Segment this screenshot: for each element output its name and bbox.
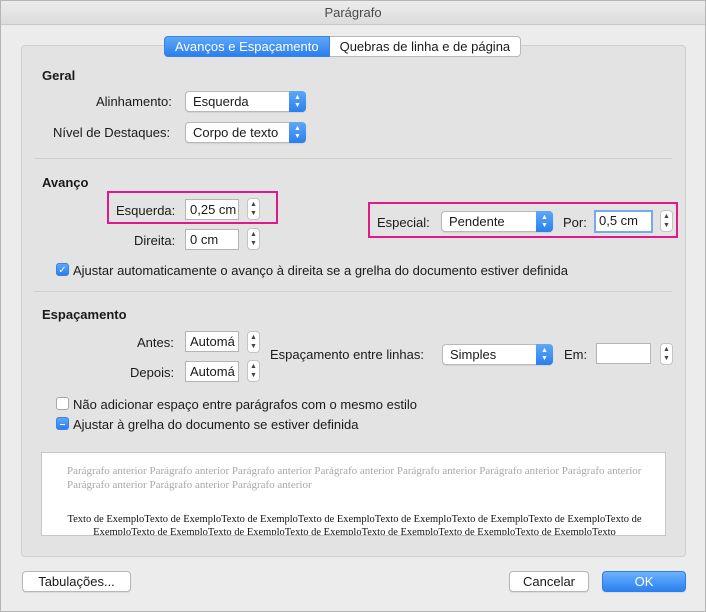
dont-add-space-label: Não adicionar espaço entre parágrafos co… bbox=[73, 397, 417, 412]
left-indent-field[interactable]: 0,25 cm bbox=[185, 199, 239, 220]
right-indent-label: Direita: bbox=[134, 233, 176, 248]
section-title-avanco: Avanço bbox=[42, 175, 89, 190]
at-field[interactable] bbox=[596, 343, 651, 364]
line-spacing-select[interactable]: Simples ▲ ▼ bbox=[442, 344, 553, 365]
right-indent-field[interactable]: 0 cm bbox=[185, 229, 239, 250]
line-spacing-label: Espaçamento entre linhas: bbox=[270, 347, 424, 362]
by-stepper[interactable]: ▲ ▼ bbox=[660, 210, 673, 232]
snap-to-grid-checkbox[interactable]: – bbox=[56, 417, 69, 430]
divider bbox=[34, 291, 672, 292]
special-value: Pendente bbox=[449, 214, 505, 229]
spacing-before-stepper[interactable]: ▲ ▼ bbox=[247, 331, 260, 353]
paragraph-preview: Parágrafo anterior Parágrafo anterior Pa… bbox=[41, 452, 666, 536]
outline-level-value: Corpo de texto bbox=[193, 125, 279, 140]
preview-previous-paragraph: Parágrafo anterior Parágrafo anterior Pa… bbox=[67, 465, 642, 491]
at-stepper[interactable]: ▲ ▼ bbox=[660, 343, 673, 365]
right-indent-stepper[interactable]: ▲ ▼ bbox=[247, 228, 260, 250]
tabs-button[interactable]: Tabulações... bbox=[22, 571, 131, 592]
special-select[interactable]: Pendente ▲ ▼ bbox=[441, 211, 553, 232]
spacing-after-field[interactable]: Automá bbox=[185, 361, 239, 382]
by-field[interactable]: 0,5 cm bbox=[594, 210, 653, 233]
chevron-updown-icon: ▲ ▼ bbox=[289, 122, 306, 143]
snap-to-grid-label: Ajustar à grelha do documento se estiver… bbox=[73, 417, 359, 432]
spacing-after-stepper[interactable]: ▲ ▼ bbox=[247, 360, 260, 382]
tab-line-page-breaks[interactable]: Quebras de linha e de página bbox=[329, 36, 522, 57]
spacing-after-label: Depois: bbox=[130, 365, 175, 380]
dont-add-space-checkbox[interactable] bbox=[56, 397, 69, 410]
alignment-label: Alinhamento: bbox=[96, 94, 172, 109]
special-label: Especial: bbox=[377, 215, 430, 230]
spacing-before-label: Antes: bbox=[137, 335, 174, 350]
outline-level-select[interactable]: Corpo de texto ▲ ▼ bbox=[185, 122, 306, 143]
alignment-select[interactable]: Esquerda ▲ ▼ bbox=[185, 91, 306, 112]
line-spacing-value: Simples bbox=[450, 347, 497, 362]
by-label: Por: bbox=[563, 215, 587, 230]
chevron-updown-icon: ▲ ▼ bbox=[536, 344, 553, 365]
auto-adjust-indent-label: Ajustar automaticamente o avanço à direi… bbox=[73, 263, 569, 278]
window-title: Parágrafo bbox=[1, 1, 705, 25]
at-label: Em: bbox=[564, 347, 588, 362]
divider bbox=[34, 158, 672, 159]
section-title-espacamento: Espaçamento bbox=[42, 307, 127, 322]
paragraph-dialog: Parágrafo Avanços e Espaçamento Quebras … bbox=[0, 0, 706, 612]
chevron-updown-icon: ▲ ▼ bbox=[536, 211, 553, 232]
section-title-geral: Geral bbox=[42, 68, 76, 83]
tab-indents-spacing[interactable]: Avanços e Espaçamento bbox=[164, 36, 330, 57]
left-indent-label: Esquerda: bbox=[116, 203, 176, 218]
alignment-value: Esquerda bbox=[193, 94, 249, 109]
auto-adjust-indent-checkbox[interactable]: ✓ bbox=[56, 263, 69, 276]
outline-level-label: Nível de Destaques: bbox=[53, 125, 171, 140]
tab-bar: Avanços e Espaçamento Quebras de linha e… bbox=[164, 36, 522, 57]
preview-sample-text: Texto de ExemploTexto de ExemploTexto de… bbox=[67, 514, 642, 536]
spacing-before-field[interactable]: Automá bbox=[185, 331, 239, 352]
left-indent-stepper[interactable]: ▲ ▼ bbox=[247, 198, 260, 220]
cancel-button[interactable]: Cancelar bbox=[509, 571, 589, 592]
ok-button[interactable]: OK bbox=[602, 571, 686, 592]
chevron-updown-icon: ▲ ▼ bbox=[289, 91, 306, 112]
